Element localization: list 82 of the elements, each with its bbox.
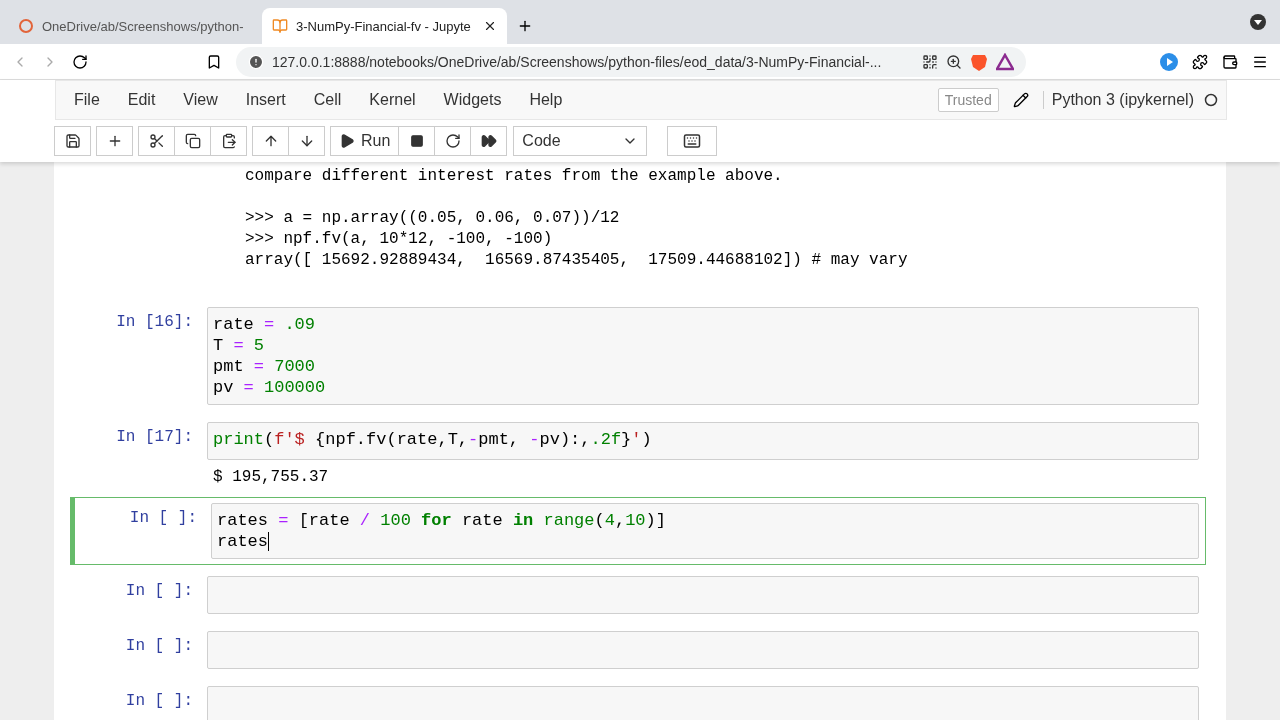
code-input[interactable]: print(f'$ {npf.fv(rate,T,-pmt, -pv):,.2f}') [207, 422, 1199, 460]
browser-tab[interactable]: 3-NumPy-Financial-fv - Jupyte [262, 8, 507, 44]
code-line: pv = 100000 [213, 377, 327, 398]
cut-button[interactable] [138, 126, 175, 156]
stop-button[interactable] [398, 126, 436, 156]
code-input[interactable] [207, 631, 1199, 669]
copy-icon [184, 133, 201, 149]
restart-icon [444, 133, 461, 149]
code-input[interactable]: rate = .09 T = 5 pmt = 7000 pv = 100000 [207, 307, 1199, 405]
paste-button[interactable] [210, 126, 247, 156]
reload-icon[interactable] [72, 53, 88, 70]
play-icon[interactable] [1160, 52, 1178, 71]
code-cell[interactable]: In [17]: print(f'$ {npf.fv(rate,T,-pmt, -pv):,.2f}') $ 195,755.37 [70, 416, 1206, 492]
copy-button[interactable] [174, 126, 211, 156]
play-icon [339, 133, 355, 149]
cell-prompt: In [ ]: [128, 508, 197, 529]
code-line: print(f'$ {npf.fv(rate,T,-pmt, -pv):,.2f}') [213, 429, 653, 450]
doc-code-line: >>> a = np.array((0.05, 0.06, 0.07))/12 [245, 208, 621, 229]
cell-type-select[interactable]: Code [513, 126, 648, 156]
puzzle-icon[interactable] [1192, 53, 1208, 70]
menu-item[interactable]: View [173, 91, 236, 109]
run-button[interactable]: Run [330, 126, 400, 156]
restart-button[interactable] [434, 126, 472, 156]
cell-prompt: In [ ]: [124, 691, 193, 712]
save-button[interactable] [54, 126, 91, 156]
bookmark-icon[interactable] [206, 53, 222, 70]
trusted-badge[interactable]: Trusted [937, 88, 999, 112]
code-line: pmt = 7000 [213, 356, 317, 377]
code-cell[interactable]: In [ ]: [70, 680, 1206, 720]
info-icon [248, 53, 264, 70]
cell-prompt: In [17]: [115, 427, 193, 448]
doc-code-line: array([ 15692.92889434, 16569.87435405, 17509.44688102]) # may vary [245, 250, 909, 271]
wallet-icon[interactable] [1222, 53, 1238, 70]
cell-prompt: In [ ]: [124, 636, 193, 657]
menu-item[interactable]: Help [519, 91, 581, 109]
zoom-icon[interactable] [946, 53, 962, 70]
menu-item[interactable]: Widgets [433, 91, 520, 109]
qr-icon[interactable] [922, 53, 938, 70]
book-icon [272, 18, 288, 34]
dropdown-icon[interactable] [1250, 14, 1266, 30]
kernel-name: Python 3 (ipykernel) [1042, 91, 1194, 109]
address-field[interactable]: 127.0.0.1:8888/notebooks/OneDrive/ab/Screenshows/python-files/eod_data/3-NumPy-Financial-... [236, 46, 1026, 77]
code-line: T = 5 [213, 335, 265, 356]
paste-icon [220, 133, 237, 149]
fast-forward-icon [480, 133, 497, 149]
keyboard-icon [683, 132, 702, 150]
triangle-icon[interactable] [996, 52, 1014, 71]
cell-prompt: In [ ]: [124, 581, 193, 602]
code-input[interactable] [207, 576, 1199, 614]
menu-item[interactable]: Insert [235, 91, 304, 109]
code-line: rates = [rate / 100 for rate in range(4,10)] [217, 510, 667, 531]
code-input[interactable]: rates = [rate / 100 for rate in range(4,10)] rates [211, 503, 1199, 559]
code-cell[interactable]: In [ ]: rates = [rate / 100 for rate in range(4,10)] rates [70, 497, 1206, 565]
run-all-button[interactable] [470, 126, 508, 156]
code-cell[interactable]: In [ ]: [70, 570, 1206, 620]
doc-code-line: >>> npf.fv(a, 10*12, -100, -100) [245, 229, 554, 250]
new-tab-icon[interactable] [517, 18, 533, 34]
scissors-icon [148, 133, 165, 149]
loading-icon [18, 18, 34, 34]
keyboard-button[interactable] [667, 126, 718, 156]
cell-prompt: In [16]: [115, 312, 193, 333]
cell-output: $ 195,755.37 [212, 468, 330, 486]
doc-text: compare different interest rates from the example above. [245, 166, 784, 187]
edit-icon[interactable] [1012, 92, 1029, 108]
stop-icon [409, 134, 424, 148]
move-down-button[interactable] [288, 126, 325, 156]
menu-item[interactable]: File [64, 91, 118, 109]
move-up-button[interactable] [252, 126, 289, 156]
kernel-status-icon [1204, 93, 1218, 107]
browser-tab[interactable]: OneDrive/ab/Screenshows/python- [8, 8, 260, 44]
save-icon [64, 133, 81, 149]
shield-icon[interactable] [970, 52, 988, 71]
code-line: rate = .09 [213, 314, 317, 335]
code-input[interactable] [207, 686, 1199, 720]
code-cell[interactable]: In [ ]: [70, 625, 1206, 675]
add-cell-button[interactable] [96, 126, 133, 156]
code-line: rates [217, 531, 271, 552]
code-cell[interactable]: In [16]: rate = .09 T = 5 pmt = 7000 pv = 100000 [70, 301, 1206, 411]
menu-item[interactable]: Kernel [359, 91, 434, 109]
menu-item[interactable]: Edit [117, 91, 174, 109]
close-icon[interactable] [483, 19, 497, 33]
menu-item[interactable]: Cell [303, 91, 360, 109]
